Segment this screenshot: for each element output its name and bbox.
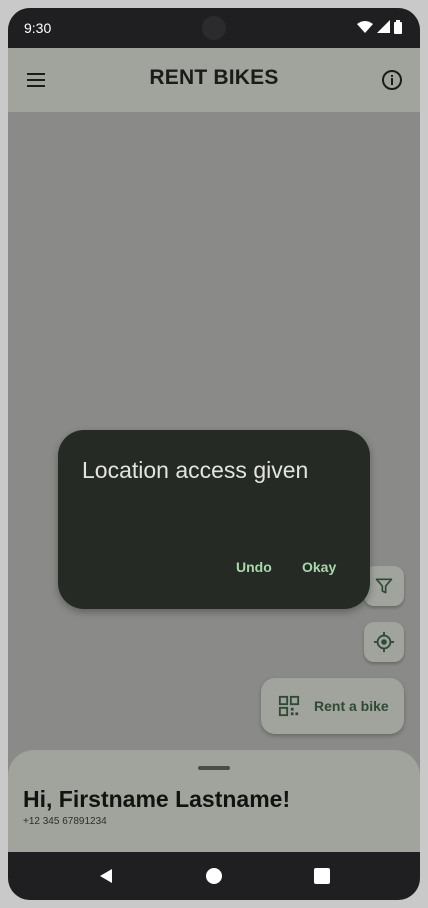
rent-bike-label: Rent a bike xyxy=(314,698,389,714)
user-phone: +12 345 67891234 xyxy=(23,816,107,827)
battery-icon xyxy=(394,20,402,34)
system-nav-bar xyxy=(8,852,420,900)
back-icon[interactable] xyxy=(96,866,116,886)
drag-handle[interactable] xyxy=(198,766,230,770)
user-greeting: Hi, Firstname Lastname! xyxy=(23,786,291,812)
home-icon[interactable] xyxy=(204,866,224,886)
my-location-icon xyxy=(373,631,395,653)
filter-button[interactable] xyxy=(364,566,404,606)
rent-bike-button[interactable]: Rent a bike xyxy=(261,678,404,734)
qr-code-icon xyxy=(278,695,300,717)
filter-icon xyxy=(375,578,393,594)
my-location-button[interactable] xyxy=(364,622,404,662)
bottom-sheet[interactable]: Hi, Firstname Lastname! +12 345 67891234 xyxy=(8,750,420,860)
undo-button[interactable]: Undo xyxy=(236,559,272,575)
wifi-icon xyxy=(357,21,373,33)
status-icons xyxy=(357,20,402,34)
top-app-bar: RENT BIKES xyxy=(8,48,420,112)
status-time: 9:30 xyxy=(24,20,52,36)
signal-icon xyxy=(377,20,390,33)
okay-button[interactable]: Okay xyxy=(302,559,336,575)
snackbar: Location access given Undo Okay xyxy=(58,430,370,609)
snackbar-message: Location access given xyxy=(82,457,309,483)
recents-icon[interactable] xyxy=(312,866,332,886)
app-title: RENT BIKES xyxy=(149,66,279,89)
status-bar: 9:30 xyxy=(8,8,420,48)
camera-cutout xyxy=(202,16,226,40)
phone-screen: 9:30 RENT BIKES Rent a bike Location acc… xyxy=(8,8,420,900)
info-icon[interactable] xyxy=(380,68,404,92)
